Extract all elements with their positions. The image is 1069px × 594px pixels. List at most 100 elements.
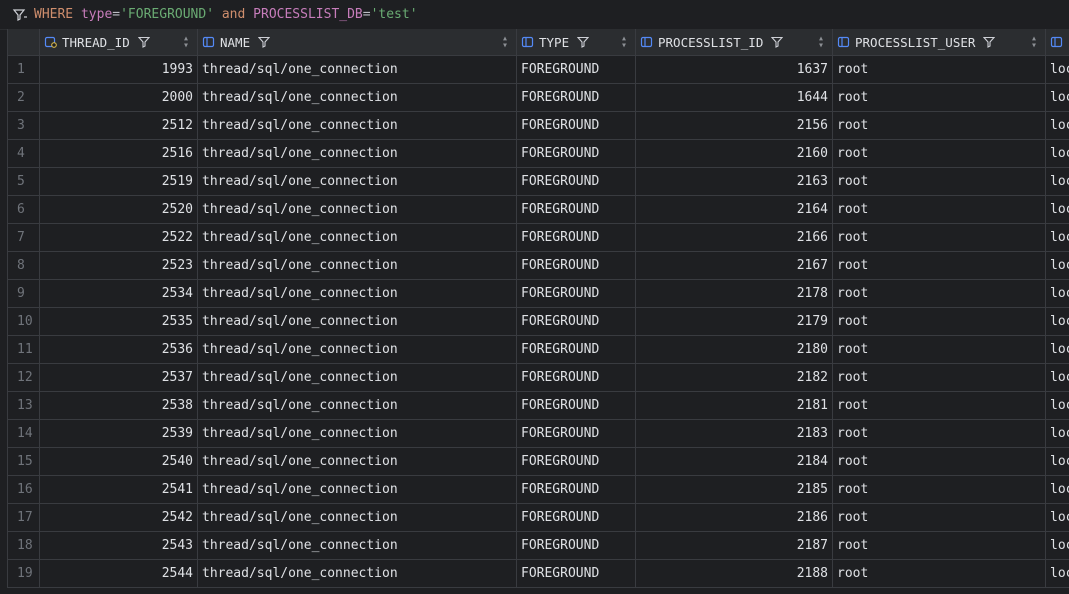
row-number[interactable]: 3	[8, 112, 40, 139]
cell-type[interactable]: FOREGROUND	[517, 504, 636, 531]
cell-type[interactable]: FOREGROUND	[517, 252, 636, 279]
table-row[interactable]: 1 1993 thread/sql/one_connection FOREGROUND…	[8, 56, 1069, 84]
cell-type[interactable]: FOREGROUND	[517, 308, 636, 335]
table-row[interactable]: 8 2523 thread/sql/one_connection FOREGROUND…	[8, 252, 1069, 280]
cell-processlist-user[interactable]: root	[833, 448, 1046, 475]
cell-processlist-user[interactable]: root	[833, 140, 1046, 167]
row-number[interactable]: 8	[8, 252, 40, 279]
cell-type[interactable]: FOREGROUND	[517, 112, 636, 139]
cell-processlist-user[interactable]: root	[833, 112, 1046, 139]
cell-processlist-id[interactable]: 2180	[636, 336, 833, 363]
cell-thread-id[interactable]: 2516	[40, 140, 198, 167]
cell-thread-id[interactable]: 1993	[40, 56, 198, 83]
table-row[interactable]: 15 2540 thread/sql/one_connection FOREGROUN…	[8, 448, 1069, 476]
row-number[interactable]: 2	[8, 84, 40, 111]
cell-processlist-user[interactable]: root	[833, 504, 1046, 531]
table-row[interactable]: 9 2534 thread/sql/one_connection FOREGROUND…	[8, 280, 1069, 308]
cell-next-column[interactable]: loc	[1046, 448, 1069, 475]
cell-type[interactable]: FOREGROUND	[517, 532, 636, 559]
cell-processlist-id[interactable]: 2187	[636, 532, 833, 559]
column-filter-icon[interactable]	[983, 36, 996, 48]
table-row[interactable]: 4 2516 thread/sql/one_connection FOREGROUND…	[8, 140, 1069, 168]
cell-name[interactable]: thread/sql/one_connection	[198, 252, 517, 279]
cell-type[interactable]: FOREGROUND	[517, 336, 636, 363]
cell-next-column[interactable]: loc	[1046, 364, 1069, 391]
table-row[interactable]: 7 2522 thread/sql/one_connection FOREGROUND…	[8, 224, 1069, 252]
cell-processlist-id[interactable]: 2164	[636, 196, 833, 223]
cell-thread-id[interactable]: 2523	[40, 252, 198, 279]
cell-processlist-id[interactable]: 2183	[636, 420, 833, 447]
row-number[interactable]: 19	[8, 560, 40, 587]
cell-type[interactable]: FOREGROUND	[517, 56, 636, 83]
cell-next-column[interactable]: loc	[1046, 252, 1069, 279]
cell-type[interactable]: FOREGROUND	[517, 168, 636, 195]
cell-processlist-id[interactable]: 2167	[636, 252, 833, 279]
cell-thread-id[interactable]: 2540	[40, 448, 198, 475]
cell-processlist-id[interactable]: 2156	[636, 112, 833, 139]
cell-name[interactable]: thread/sql/one_connection	[198, 56, 517, 83]
cell-thread-id[interactable]: 2519	[40, 168, 198, 195]
cell-processlist-id[interactable]: 2188	[636, 560, 833, 587]
cell-type[interactable]: FOREGROUND	[517, 392, 636, 419]
cell-name[interactable]: thread/sql/one_connection	[198, 140, 517, 167]
cell-next-column[interactable]: loc	[1046, 504, 1069, 531]
table-row[interactable]: 17 2542 thread/sql/one_connection FOREGROUN…	[8, 504, 1069, 532]
row-number[interactable]: 11	[8, 336, 40, 363]
cell-next-column[interactable]: loc	[1046, 140, 1069, 167]
table-row[interactable]: 5 2519 thread/sql/one_connection FOREGROUND…	[8, 168, 1069, 196]
row-number[interactable]: 10	[8, 308, 40, 335]
cell-next-column[interactable]: loc	[1046, 196, 1069, 223]
cell-processlist-user[interactable]: root	[833, 308, 1046, 335]
cell-processlist-user[interactable]: root	[833, 224, 1046, 251]
cell-processlist-user[interactable]: root	[833, 420, 1046, 447]
cell-thread-id[interactable]: 2534	[40, 280, 198, 307]
cell-thread-id[interactable]: 2542	[40, 504, 198, 531]
cell-thread-id[interactable]: 2538	[40, 392, 198, 419]
cell-name[interactable]: thread/sql/one_connection	[198, 476, 517, 503]
row-number[interactable]: 7	[8, 224, 40, 251]
column-header-processlist-id[interactable]: PROCESSLIST_ID ▴ ▾	[636, 29, 833, 55]
row-number[interactable]: 1	[8, 56, 40, 83]
column-filter-icon[interactable]	[258, 36, 271, 48]
filter-expression[interactable]: WHERE type='FOREGROUND' and PROCESSLIST_…	[34, 7, 418, 22]
table-row[interactable]: 2 2000 thread/sql/one_connection FOREGROUND…	[8, 84, 1069, 112]
cell-thread-id[interactable]: 2539	[40, 420, 198, 447]
cell-next-column[interactable]: loc	[1046, 112, 1069, 139]
cell-type[interactable]: FOREGROUND	[517, 84, 636, 111]
row-number[interactable]: 6	[8, 196, 40, 223]
cell-name[interactable]: thread/sql/one_connection	[198, 336, 517, 363]
sort-toggle-icon[interactable]: ▴ ▾	[621, 34, 627, 51]
cell-next-column[interactable]: loc	[1046, 224, 1069, 251]
cell-next-column[interactable]: loc	[1046, 56, 1069, 83]
cell-name[interactable]: thread/sql/one_connection	[198, 308, 517, 335]
table-row[interactable]: 18 2543 thread/sql/one_connection FOREGROUN…	[8, 532, 1069, 560]
cell-name[interactable]: thread/sql/one_connection	[198, 168, 517, 195]
column-header-processlist-user[interactable]: PROCESSLIST_USER ▴ ▾	[833, 29, 1046, 55]
table-row[interactable]: 3 2512 thread/sql/one_connection FOREGROUND…	[8, 112, 1069, 140]
cell-processlist-user[interactable]: root	[833, 196, 1046, 223]
table-row[interactable]: 11 2536 thread/sql/one_connection FOREGROUN…	[8, 336, 1069, 364]
column-header-name[interactable]: NAME ▴ ▾	[198, 29, 517, 55]
column-filter-icon[interactable]	[137, 36, 150, 48]
cell-next-column[interactable]: loc	[1046, 532, 1069, 559]
cell-processlist-user[interactable]: root	[833, 84, 1046, 111]
table-row[interactable]: 10 2535 thread/sql/one_connection FOREGROUN…	[8, 308, 1069, 336]
cell-next-column[interactable]: loc	[1046, 308, 1069, 335]
cell-name[interactable]: thread/sql/one_connection	[198, 532, 517, 559]
cell-next-column[interactable]: loc	[1046, 336, 1069, 363]
sort-toggle-icon[interactable]: ▴ ▾	[818, 34, 824, 51]
cell-type[interactable]: FOREGROUND	[517, 140, 636, 167]
cell-type[interactable]: FOREGROUND	[517, 476, 636, 503]
row-number[interactable]: 5	[8, 168, 40, 195]
cell-next-column[interactable]: loc	[1046, 560, 1069, 587]
cell-name[interactable]: thread/sql/one_connection	[198, 420, 517, 447]
cell-name[interactable]: thread/sql/one_connection	[198, 364, 517, 391]
cell-type[interactable]: FOREGROUND	[517, 448, 636, 475]
column-header-next[interactable]	[1046, 29, 1069, 55]
cell-next-column[interactable]: loc	[1046, 84, 1069, 111]
cell-processlist-id[interactable]: 1637	[636, 56, 833, 83]
cell-name[interactable]: thread/sql/one_connection	[198, 448, 517, 475]
cell-thread-id[interactable]: 2543	[40, 532, 198, 559]
cell-next-column[interactable]: loc	[1046, 476, 1069, 503]
cell-name[interactable]: thread/sql/one_connection	[198, 280, 517, 307]
